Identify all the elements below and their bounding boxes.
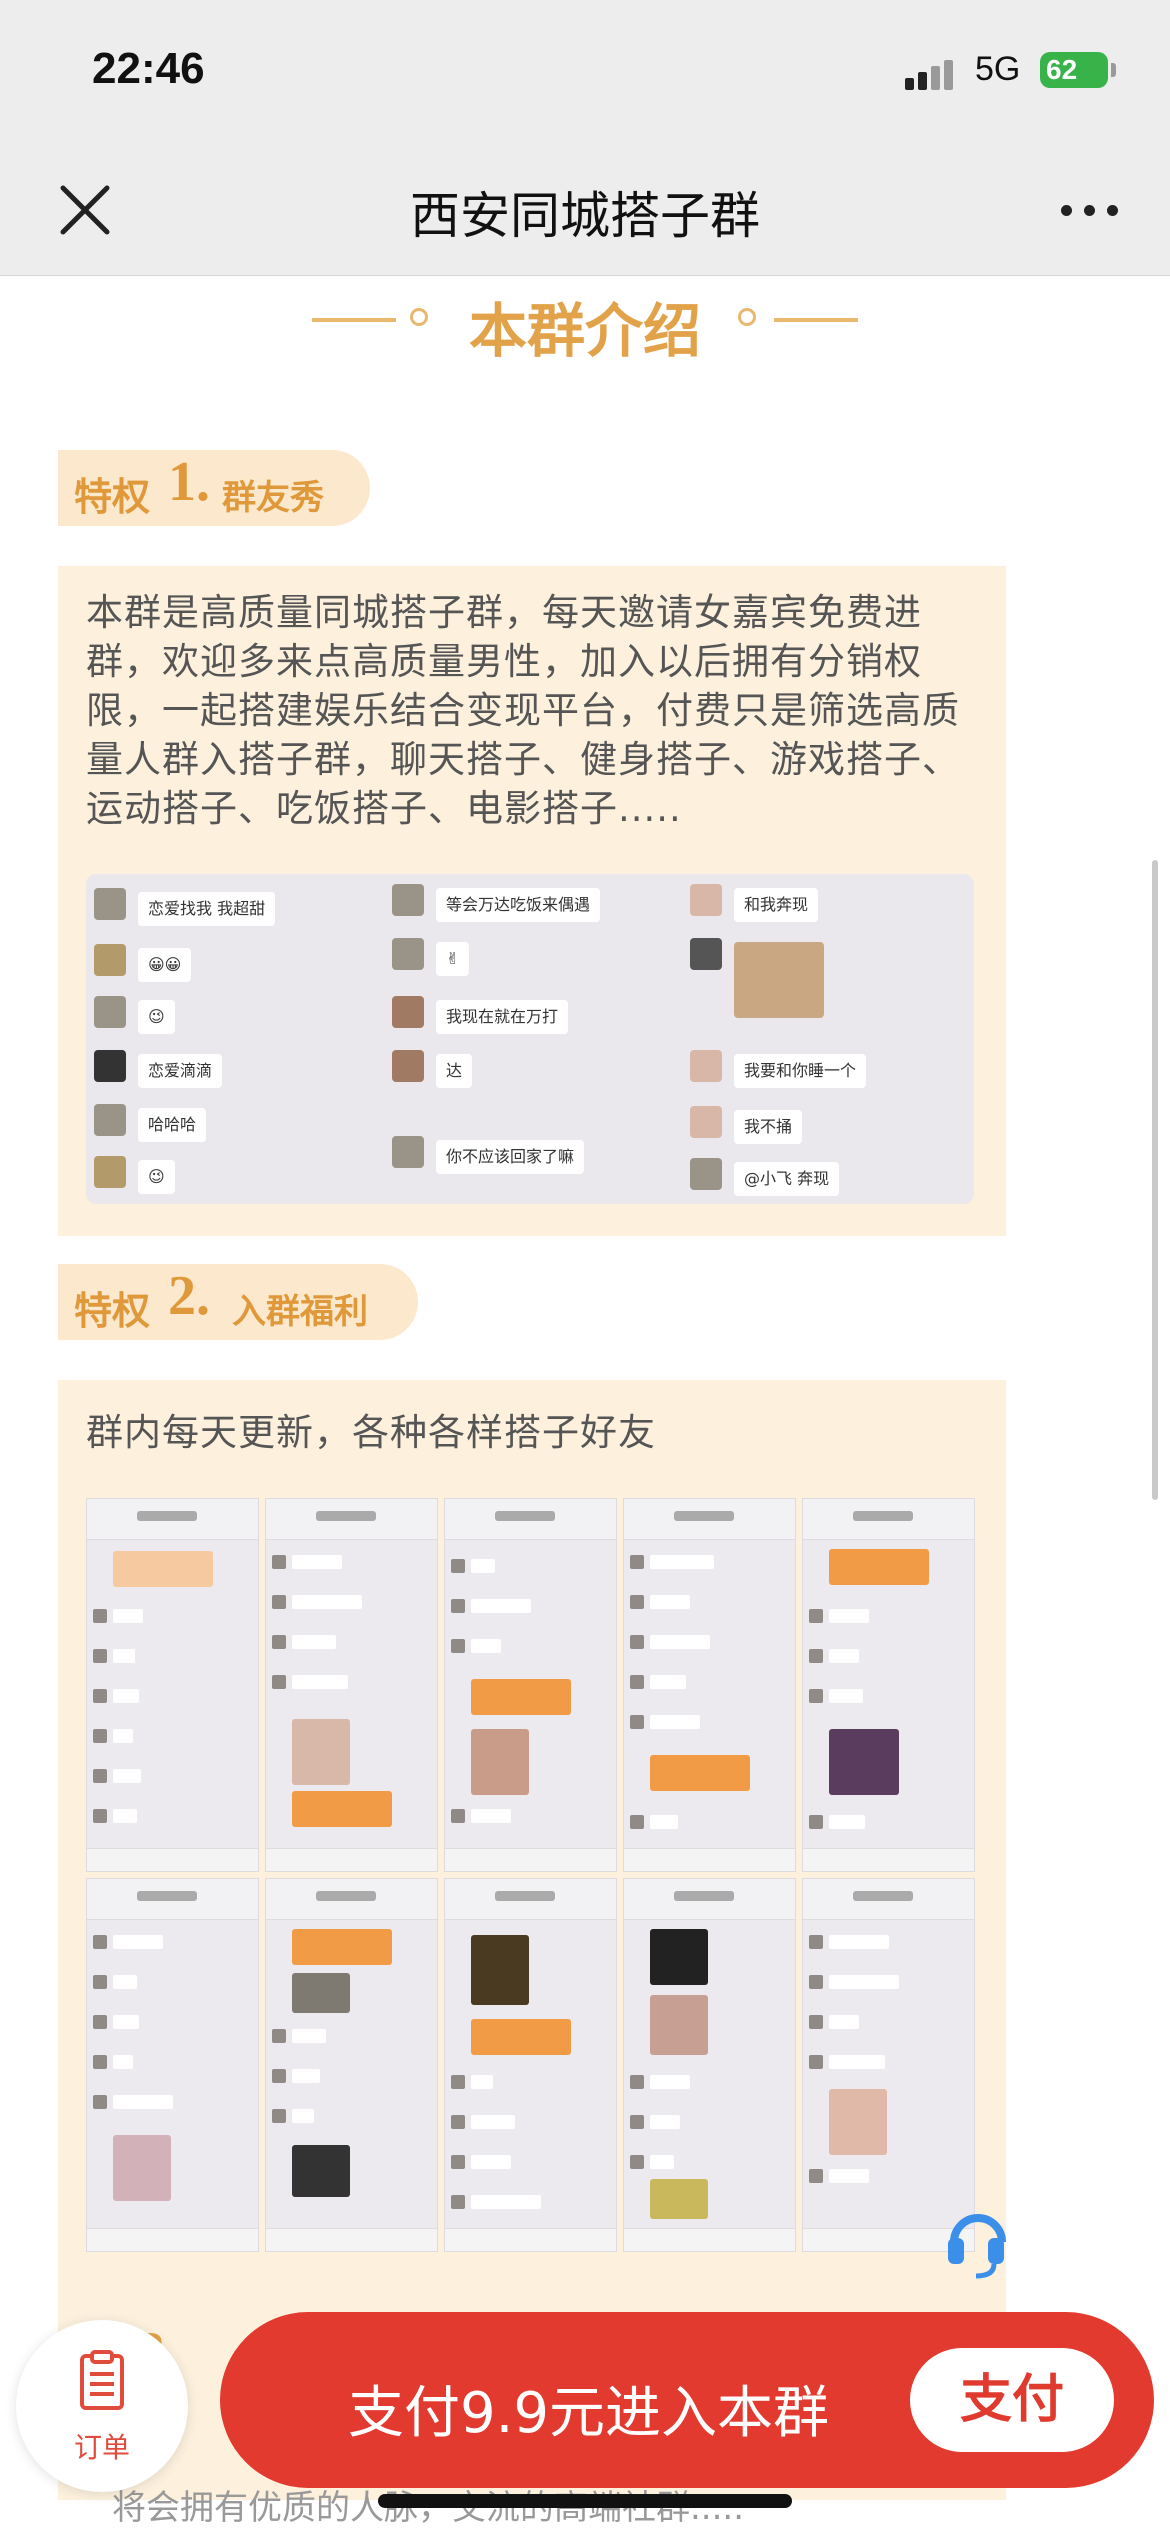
group-chat-screenshot (444, 1498, 617, 1872)
headset-icon (948, 2214, 1006, 2279)
title-deco-right (774, 318, 858, 322)
battery-level: 62 (1046, 54, 1078, 85)
scrollbar[interactable] (1152, 860, 1158, 1500)
pay-text: 支付9.9元进入本群 (348, 2381, 830, 2446)
group-chat-screenshot (86, 1498, 259, 1872)
title-deco-dot-right (738, 308, 756, 326)
order-label: 订单 (73, 2431, 130, 2464)
section-1-panel: 本群是高质量同城搭子群，每天邀请女嘉宾免费进群，欢迎多来点高质量男性，加入以后拥… (58, 566, 1006, 1236)
section-2-description: 群内每天更新，各种各样搭子好友 (86, 1411, 656, 1454)
status-bar: 22:46 5G 62 (0, 0, 1170, 150)
section-2-label: 特权 (74, 1289, 151, 1333)
status-time: 22:46 (92, 44, 205, 93)
order-icon (80, 2350, 124, 2410)
group-chat-screenshot (265, 1878, 438, 2252)
section-2-number: 2. (168, 1265, 210, 1327)
section-2-tag: 特权 2. 入群福利 (58, 1264, 418, 1340)
signal-icon (905, 58, 960, 90)
section-1-number: 1. (168, 451, 210, 513)
order-button[interactable]: 订单 (16, 2320, 188, 2492)
network-type: 5G (975, 50, 1021, 88)
section-2-subtitle: 入群福利 (232, 1292, 368, 1332)
group-chat-screenshot (802, 1498, 975, 1872)
group-chat-screenshot (623, 1878, 796, 2252)
group-chat-screenshot (265, 1498, 438, 1872)
more-icon (1061, 205, 1072, 216)
main-content: 本群介绍 特权 1. 群友秀 本群是高质量同城搭子群，每天邀请女嘉宾免费进群，欢… (0, 276, 1170, 2532)
group-chat-screenshot (802, 1878, 975, 2252)
nav-bar: 西安同城搭子群 (0, 150, 1170, 276)
section-1-tag: 特权 1. 群友秀 (58, 450, 370, 526)
customer-service-button[interactable] (944, 2200, 1006, 2280)
intro-title: 本群介绍 (468, 297, 701, 365)
section-1-subtitle: 群友秀 (222, 478, 324, 518)
section-1-label: 特权 (74, 475, 151, 519)
group-chat-screenshot (86, 1878, 259, 2252)
chat-screenshot-card: 恋爱找我 我超甜 😀😀 😉 恋爱滴滴 哈哈哈 😉 等会万达吃饭来偶遇 ✌ 我现在… (86, 874, 974, 1204)
more-button[interactable] (1055, 190, 1125, 230)
home-indicator[interactable] (378, 2494, 792, 2508)
battery-icon: 62 (1040, 52, 1116, 88)
section-1-description: 本群是高质量同城搭子群，每天邀请女嘉宾免费进群，欢迎多来点高质量男性，加入以后拥… (86, 591, 960, 830)
pay-button[interactable]: 支付 (910, 2348, 1114, 2452)
group-chat-screenshot (623, 1498, 796, 1872)
page-title: 西安同城搭子群 (410, 187, 760, 245)
cat-sticker-image (734, 942, 824, 1018)
group-chat-screenshot (444, 1878, 617, 2252)
pay-bar[interactable]: 支付9.9元进入本群 支付 (220, 2312, 1154, 2488)
